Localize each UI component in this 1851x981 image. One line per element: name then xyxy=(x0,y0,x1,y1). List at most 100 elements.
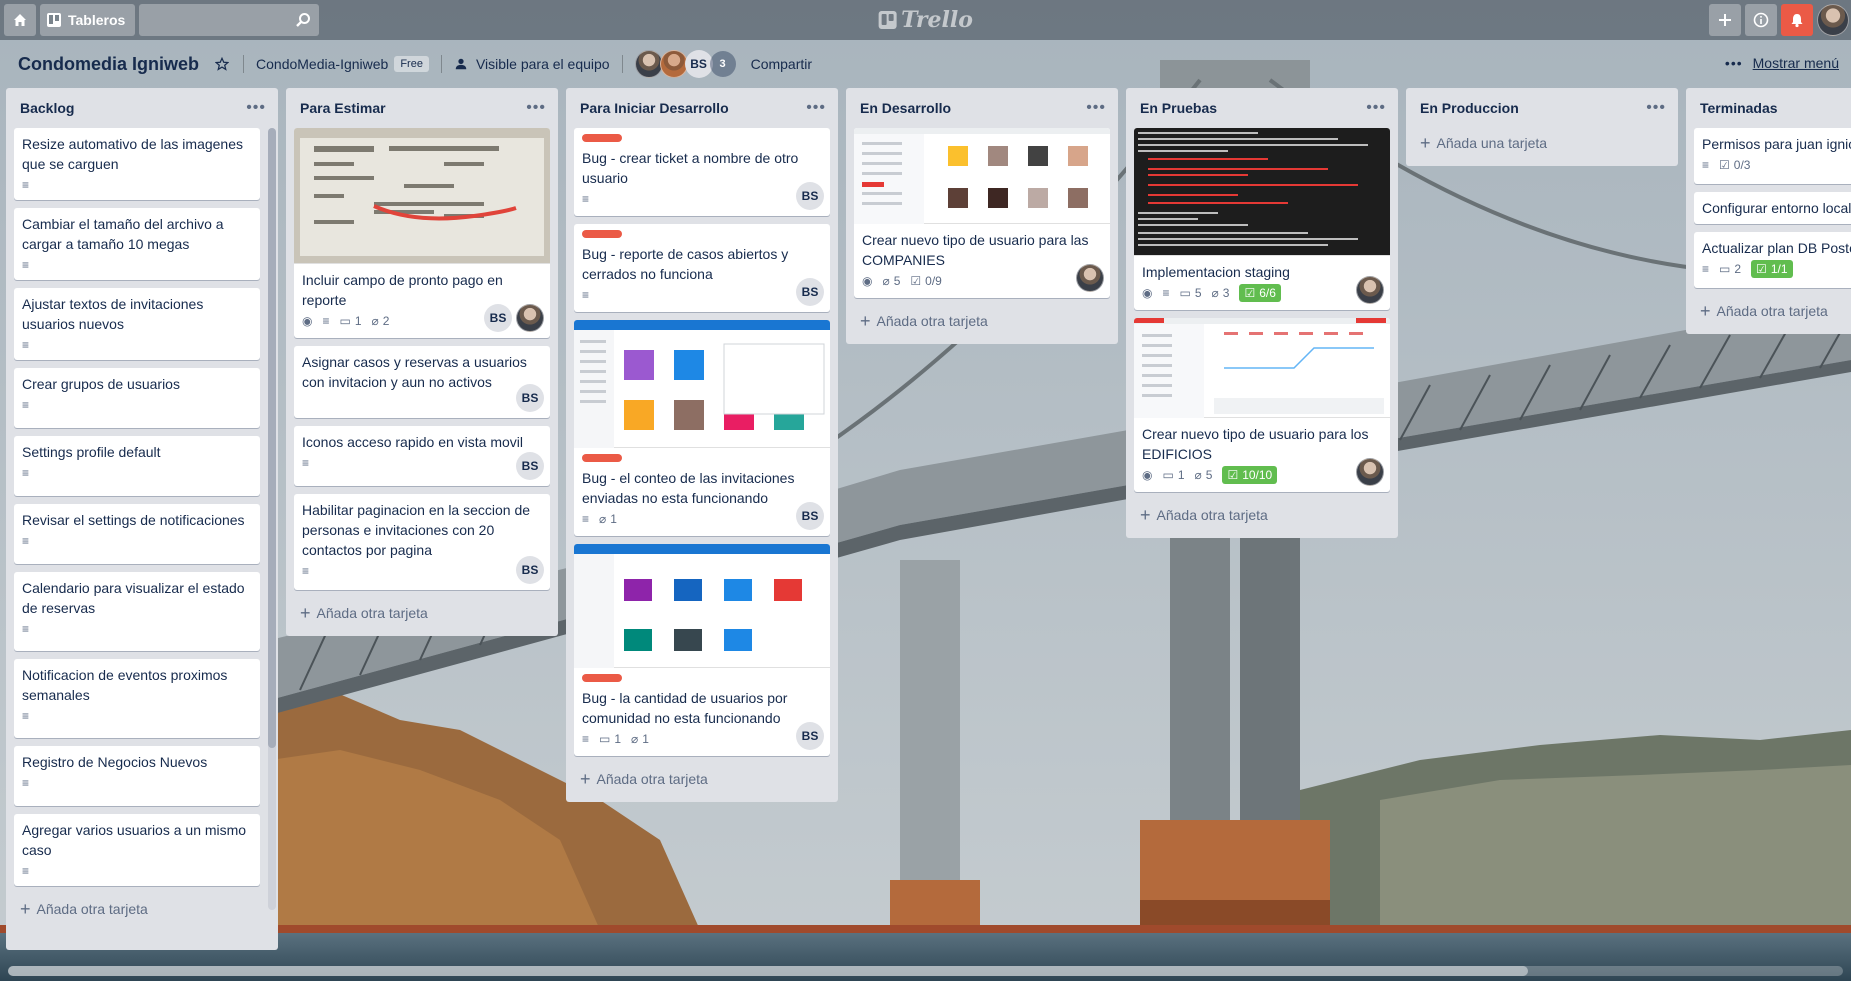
card-title: Notificacion de eventos proximos semanal… xyxy=(22,667,228,703)
card[interactable]: Habilitar paginacion en la seccion de pe… xyxy=(294,494,550,590)
card[interactable]: Bug - crear ticket a nombre de otro usua… xyxy=(574,128,830,216)
list-para-estimar[interactable]: Para Estimar ••• Incluir campo de pronto… xyxy=(286,88,558,636)
list-title[interactable]: En Produccion xyxy=(1420,100,1519,116)
board-title[interactable]: Condomedia Igniweb xyxy=(18,54,199,75)
notifications-button[interactable] xyxy=(1781,4,1813,36)
member-avatar-initials[interactable]: BS xyxy=(796,278,824,306)
show-menu-button[interactable]: ••• Mostrar menú xyxy=(1725,55,1839,71)
member-avatar-initials[interactable]: BS xyxy=(796,502,824,530)
add-card-button[interactable]: + Añada otra tarjeta xyxy=(14,894,270,924)
info-button[interactable] xyxy=(1745,4,1777,36)
card[interactable]: Crear grupos de usuarios ≡ xyxy=(14,368,260,428)
list-title[interactable]: Para Iniciar Desarrollo xyxy=(580,100,729,116)
list-en-pruebas[interactable]: En Pruebas ••• Implementacion staging ◉ ≡… xyxy=(1126,88,1398,538)
card[interactable]: Configurar entorno local xyxy=(1694,192,1851,224)
card[interactable]: Notificacion de eventos proximos semanal… xyxy=(14,659,260,738)
member-avatar-initials[interactable]: BS xyxy=(484,304,512,332)
list-title[interactable]: Para Estimar xyxy=(300,100,386,116)
card[interactable]: Cambiar el tamaño del archivo a cargar a… xyxy=(14,208,260,280)
card[interactable]: Bug - el conteo de las invitaciones envi… xyxy=(574,320,830,536)
list-menu-icon[interactable]: ••• xyxy=(1646,99,1666,117)
card-label[interactable] xyxy=(582,454,622,462)
list-scrollbar-thumb[interactable] xyxy=(268,128,276,748)
list-menu-icon[interactable]: ••• xyxy=(1366,99,1386,117)
plus-icon: + xyxy=(860,310,871,331)
comments-badge: ▭ 1 xyxy=(339,314,362,328)
description-icon: ≡ xyxy=(22,398,30,412)
member-avatar-initials[interactable]: BS xyxy=(684,50,713,78)
card-label[interactable] xyxy=(582,134,622,142)
member-avatar-initials[interactable]: BS xyxy=(516,384,544,412)
card[interactable]: Settings profile default ≡ xyxy=(14,436,260,496)
create-button[interactable] xyxy=(1709,4,1741,36)
add-card-button[interactable]: + Añada otra tarjeta xyxy=(574,764,830,794)
description-icon: ≡ xyxy=(22,776,30,790)
card[interactable]: Bug - la cantidad de usuarios por comuni… xyxy=(574,544,830,756)
member-avatar[interactable] xyxy=(1356,458,1384,486)
star-button[interactable] xyxy=(215,57,230,71)
member-avatar[interactable] xyxy=(1356,276,1384,304)
board-horizontal-scrollbar[interactable] xyxy=(8,966,1843,976)
list-title[interactable]: En Desarrollo xyxy=(860,100,951,116)
member-avatar-initials[interactable]: BS xyxy=(796,722,824,750)
card[interactable]: Permisos para juan ignio ≡ ☑ 0/3 xyxy=(1694,128,1851,184)
list-title[interactable]: Backlog xyxy=(20,100,74,116)
member-avatar[interactable] xyxy=(634,50,663,78)
list-title[interactable]: Terminadas xyxy=(1700,100,1778,116)
add-card-button[interactable]: + Añada otra tarjeta xyxy=(1694,296,1851,326)
card[interactable]: Actualizar plan DB Posto ≡ ▭ 2 ☑ 1/1 xyxy=(1694,232,1851,288)
member-avatar-initials[interactable]: BS xyxy=(516,556,544,584)
list-scrollbar[interactable] xyxy=(268,128,276,910)
list-en-produccion[interactable]: En Produccion ••• + Añada una tarjeta xyxy=(1406,88,1678,166)
member-avatar-initials[interactable]: BS xyxy=(516,452,544,480)
card-label[interactable] xyxy=(582,674,622,682)
team-button[interactable]: CondoMedia-Igniweb Free xyxy=(256,56,429,72)
add-card-button[interactable]: + Añada otra tarjeta xyxy=(294,598,550,628)
card-label[interactable] xyxy=(582,230,622,238)
trello-logo[interactable]: Trello xyxy=(878,7,973,33)
card[interactable]: Incluir campo de pronto pago en reporte … xyxy=(294,128,550,338)
add-card-button[interactable]: + Añada una tarjeta xyxy=(1414,128,1670,158)
card[interactable]: Agregar varios usuarios a un mismo caso ≡ xyxy=(14,814,260,886)
card-title: Iconos acceso rapido en vista movil xyxy=(302,434,523,450)
boards-button[interactable]: Tableros xyxy=(40,4,136,36)
list-en-desarrollo[interactable]: En Desarrollo ••• Crear nuevo tipo de us… xyxy=(846,88,1118,344)
add-card-button[interactable]: + Añada otra tarjeta xyxy=(854,306,1110,336)
card[interactable]: Asignar casos y reservas a usuarios con … xyxy=(294,346,550,418)
list-menu-icon[interactable]: ••• xyxy=(806,99,826,117)
card[interactable]: Iconos acceso rapido en vista movil ≡ BS xyxy=(294,426,550,486)
list-menu-icon[interactable]: ••• xyxy=(526,99,546,117)
add-card-button[interactable]: + Añada otra tarjeta xyxy=(1134,500,1390,530)
home-button[interactable] xyxy=(4,4,36,36)
plus-icon: + xyxy=(1140,504,1151,525)
card[interactable]: Bug - reporte de casos abiertos y cerrad… xyxy=(574,224,830,312)
list-backlog[interactable]: Backlog ••• Resize automativo de las ima… xyxy=(6,88,278,950)
share-button[interactable]: Compartir xyxy=(751,56,812,72)
member-avatar[interactable] xyxy=(659,50,688,78)
member-avatar[interactable] xyxy=(516,304,544,332)
attachments-badge: ⌀ 5 xyxy=(1194,468,1213,482)
list-menu-icon[interactable]: ••• xyxy=(246,99,266,117)
card[interactable]: Implementacion staging ◉ ≡ ▭ 5 ⌀ 3 ☑ 6/6 xyxy=(1134,128,1390,310)
card[interactable]: Registro de Negocios Nuevos ≡ xyxy=(14,746,260,806)
board-scrollbar-thumb[interactable] xyxy=(8,966,1528,976)
list-title[interactable]: En Pruebas xyxy=(1140,100,1217,116)
visibility-button[interactable]: Visible para el equipo xyxy=(454,56,610,72)
more-members-count[interactable]: 3 xyxy=(709,51,736,77)
card[interactable]: Calendario para visualizar el estado de … xyxy=(14,572,260,651)
attachment-icon: ⌀ xyxy=(371,314,379,328)
list-menu-icon[interactable]: ••• xyxy=(1086,99,1106,117)
list-terminadas[interactable]: Terminadas Permisos para juan ignio ≡ ☑ 0/3… xyxy=(1686,88,1851,334)
card[interactable]: Crear nuevo tipo de usuario para los EDI… xyxy=(1134,318,1390,492)
card[interactable]: Resize automativo de las imagenes que se… xyxy=(14,128,260,200)
card[interactable]: Crear nuevo tipo de usuario para las COM… xyxy=(854,128,1110,298)
card[interactable]: Ajustar textos de invitaciones usuarios … xyxy=(14,288,260,360)
board-members[interactable]: BS 3 xyxy=(634,50,736,78)
list-para-iniciar-desarrollo[interactable]: Para Iniciar Desarrollo ••• Bug - crear … xyxy=(566,88,838,802)
member-avatar-initials[interactable]: BS xyxy=(796,182,824,210)
description-icon: ≡ xyxy=(22,622,30,636)
card[interactable]: Revisar el settings de notificaciones ≡ xyxy=(14,504,260,564)
member-avatar[interactable] xyxy=(1076,264,1104,292)
search-input[interactable] xyxy=(139,4,320,36)
user-avatar[interactable] xyxy=(1817,4,1849,36)
